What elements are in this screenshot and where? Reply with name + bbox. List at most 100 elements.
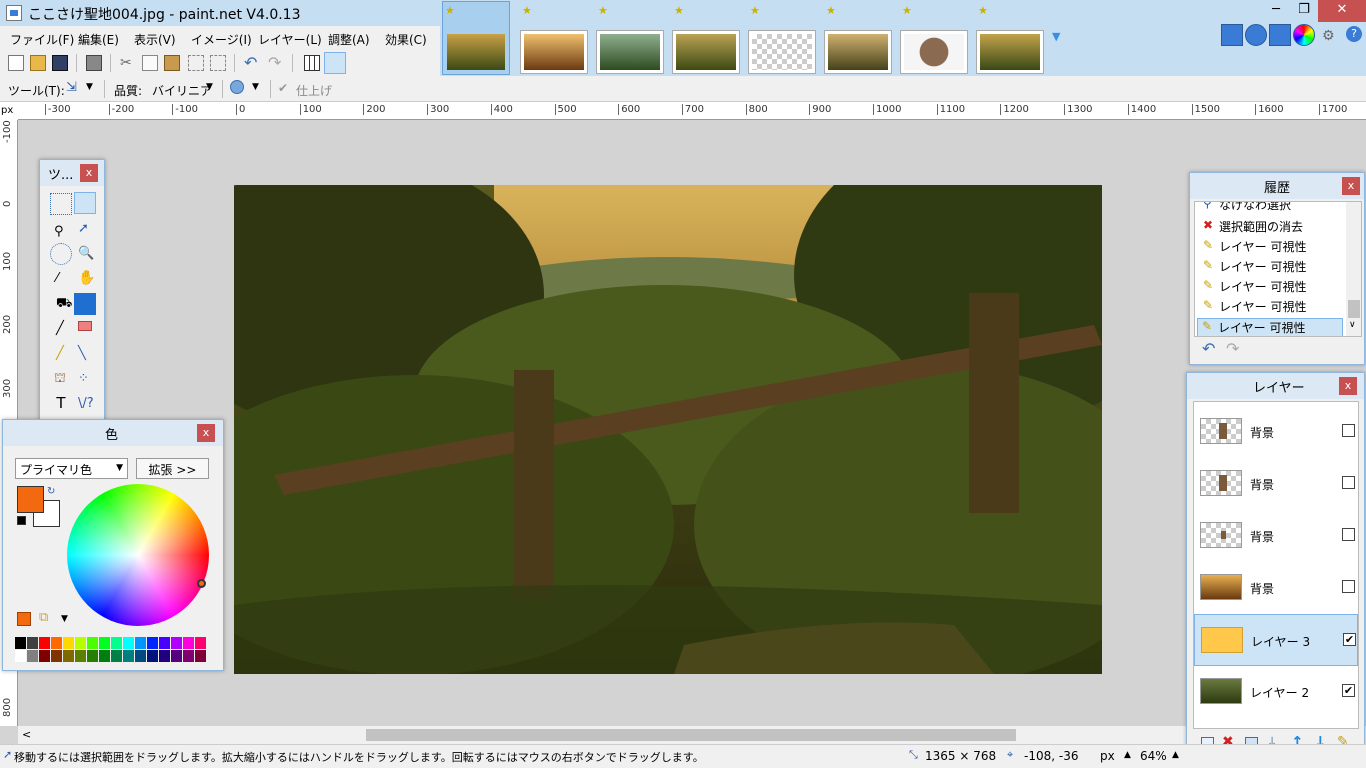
move-selection-icon[interactable]: ⇲: [66, 80, 77, 95]
zoom-level[interactable]: 64%: [1140, 749, 1167, 763]
history-scrollbar-thumb[interactable]: [1348, 300, 1360, 318]
undo-icon[interactable]: ↶: [244, 53, 260, 72]
close-icon[interactable]: x: [80, 164, 98, 182]
unit-select[interactable]: px: [1100, 749, 1115, 763]
palette-swatch[interactable]: [51, 637, 62, 649]
image-tab-3[interactable]: [596, 30, 664, 74]
redo-icon[interactable]: ↷: [1226, 339, 1239, 358]
palette-swatch[interactable]: [99, 637, 110, 649]
chevron-down-icon[interactable]: ▼: [252, 82, 259, 92]
palette-swatch[interactable]: [123, 637, 134, 649]
cut-icon[interactable]: ✂: [120, 55, 136, 71]
deselect-icon[interactable]: [210, 55, 226, 71]
history-item[interactable]: ✎ レイヤー 可視性: [1201, 258, 1306, 277]
palette-swatch[interactable]: [87, 637, 98, 649]
image-tab-8[interactable]: [976, 30, 1044, 74]
layer-row[interactable]: 背景: [1194, 458, 1358, 510]
chevron-up-icon[interactable]: ▲: [1172, 750, 1179, 760]
chevron-down-icon[interactable]: ▼: [61, 614, 68, 624]
color-wheel[interactable]: [67, 484, 209, 626]
layer-row[interactable]: 背景: [1194, 562, 1358, 614]
palette-swatch[interactable]: [147, 650, 158, 662]
palette-swatch[interactable]: [39, 650, 50, 662]
ruler-toggle-icon[interactable]: [324, 52, 346, 74]
close-icon[interactable]: x: [1342, 177, 1360, 195]
maximize-button[interactable]: ❐: [1290, 0, 1318, 22]
palette-swatch[interactable]: [171, 637, 182, 649]
magic-wand-tool[interactable]: [50, 268, 72, 290]
colors-toggle-icon[interactable]: [1293, 24, 1315, 46]
palette-swatch[interactable]: [111, 650, 122, 662]
close-icon[interactable]: x: [1339, 377, 1357, 395]
palette-swatch[interactable]: [111, 637, 122, 649]
redo-icon[interactable]: ↷: [268, 53, 284, 72]
layer-row[interactable]: 背景: [1194, 510, 1358, 562]
palette-swatch[interactable]: [171, 650, 182, 662]
scrollbar-thumb[interactable]: [366, 729, 1016, 741]
palette-swatch[interactable]: [75, 637, 86, 649]
palette-swatch[interactable]: [159, 650, 170, 662]
image-tab-7[interactable]: [900, 30, 968, 74]
layer-row-selected[interactable]: レイヤー 3 ✔: [1194, 614, 1358, 666]
palette-swatch[interactable]: [135, 637, 146, 649]
layers-toggle-icon[interactable]: [1269, 24, 1291, 46]
menu-edit[interactable]: 編集(E): [78, 31, 119, 48]
layer-visibility-checkbox[interactable]: [1342, 580, 1355, 593]
palette-swatch[interactable]: [63, 650, 74, 662]
menu-adjust[interactable]: 調整(A): [328, 31, 370, 48]
app-icon[interactable]: [6, 5, 22, 21]
print-icon[interactable]: [86, 55, 102, 71]
image-tab-6[interactable]: [824, 30, 892, 74]
layer-row[interactable]: 背景: [1194, 406, 1358, 458]
image-canvas[interactable]: [234, 185, 1102, 674]
copy-icon[interactable]: [142, 55, 158, 71]
quality-select[interactable]: バイリニア: [152, 82, 212, 99]
chevron-up-icon[interactable]: ▲: [1124, 750, 1131, 760]
layer-visibility-checkbox[interactable]: ✔: [1343, 633, 1356, 646]
color-wheel-handle[interactable]: [197, 579, 206, 588]
move-selection-tool[interactable]: [74, 192, 96, 214]
layer-row[interactable]: レイヤー 2 ✔: [1194, 666, 1358, 718]
rect-select-tool[interactable]: [50, 193, 72, 215]
color-mode-select[interactable]: プライマリ色 ▼: [15, 458, 128, 479]
history-item[interactable]: ✎ レイヤー 可視性: [1201, 278, 1306, 297]
primary-color-swatch[interactable]: [17, 486, 44, 513]
gear-icon[interactable]: ⚙: [1322, 28, 1335, 44]
menu-effect[interactable]: 効果(C): [385, 31, 427, 48]
minimize-button[interactable]: ─: [1262, 0, 1290, 22]
finish-button[interactable]: 仕上げ: [296, 82, 332, 99]
history-item[interactable]: ⚲ なげなわ選択: [1201, 202, 1291, 215]
layer-visibility-checkbox[interactable]: [1342, 476, 1355, 489]
tab-list-dropdown-icon[interactable]: ▼: [1052, 30, 1060, 43]
antialias-icon[interactable]: [230, 80, 244, 94]
add-to-palette-icon[interactable]: [17, 612, 31, 626]
swap-colors-icon[interactable]: ↻: [47, 486, 55, 497]
undo-icon[interactable]: ↶: [1202, 339, 1215, 358]
history-toggle-icon[interactable]: [1245, 24, 1267, 46]
help-icon[interactable]: ?: [1346, 26, 1362, 42]
ellipse-select-tool[interactable]: [50, 243, 72, 265]
palette-swatch[interactable]: [183, 650, 194, 662]
layer-visibility-checkbox[interactable]: [1342, 528, 1355, 541]
palette-swatch[interactable]: [195, 650, 206, 662]
palette-swatch[interactable]: [135, 650, 146, 662]
gradient-tool[interactable]: [74, 293, 96, 315]
reset-colors-icon[interactable]: [17, 516, 26, 525]
close-button[interactable]: ✕: [1318, 0, 1366, 22]
palette-swatch[interactable]: [87, 650, 98, 662]
palette-swatch[interactable]: [147, 637, 158, 649]
color-palette[interactable]: [15, 637, 211, 663]
chevron-down-icon[interactable]: ▼: [86, 82, 93, 92]
crop-icon[interactable]: [188, 55, 204, 71]
open-file-icon[interactable]: [30, 55, 46, 71]
layer-visibility-checkbox[interactable]: [1342, 424, 1355, 437]
scroll-left-icon[interactable]: <: [22, 728, 31, 741]
grid-icon[interactable]: [304, 55, 320, 71]
palette-swatch[interactable]: [27, 650, 38, 662]
palette-swatch[interactable]: [195, 637, 206, 649]
palette-swatch[interactable]: [75, 650, 86, 662]
menu-image[interactable]: イメージ(I): [191, 31, 252, 48]
history-item[interactable]: ✎ レイヤー 可視性: [1201, 238, 1306, 257]
history-item-selected[interactable]: ✎ レイヤー 可視性: [1197, 318, 1343, 336]
layer-visibility-checkbox[interactable]: ✔: [1342, 684, 1355, 697]
